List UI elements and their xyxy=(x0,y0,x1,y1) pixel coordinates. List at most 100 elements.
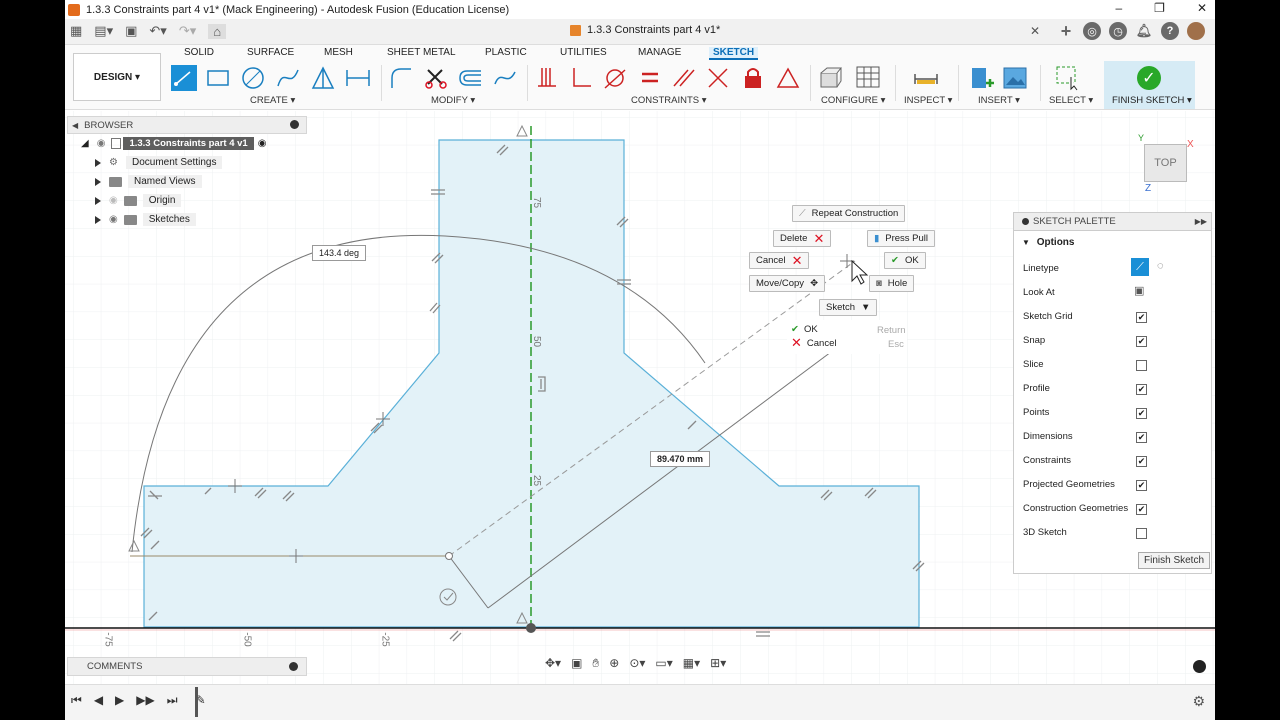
expand-triangle-icon[interactable] xyxy=(95,158,101,167)
comments-pin-icon[interactable] xyxy=(289,662,298,671)
create-group-label[interactable]: CREATE ▾ xyxy=(250,95,295,106)
palette-finish-sketch-button[interactable]: Finish Sketch xyxy=(1138,552,1211,569)
go-to-end-icon[interactable]: ⏭ xyxy=(167,693,178,708)
zoom-window-icon[interactable]: ⊙▾ xyxy=(629,656,645,676)
play-icon[interactable]: ▶ xyxy=(115,693,124,708)
save-icon[interactable]: ▣ xyxy=(125,23,137,39)
orbit-icon[interactable]: ✥▾ xyxy=(545,656,561,676)
palette-option-checkbox[interactable]: ✔ xyxy=(1136,456,1147,467)
palette-option-checkbox[interactable]: ✔ xyxy=(1136,384,1147,395)
minimize-button[interactable]: – xyxy=(1115,1,1122,15)
coincident-constraint-icon[interactable] xyxy=(535,65,561,91)
parameters-icon[interactable] xyxy=(817,65,843,91)
palette-option-checkbox[interactable] xyxy=(1136,360,1147,371)
collapse-triangle-icon[interactable]: ▼ xyxy=(1022,238,1030,247)
eye-hidden-icon[interactable]: ◉ xyxy=(109,195,118,206)
insert-image-icon[interactable] xyxy=(1002,65,1028,91)
tab-plastic[interactable]: PLASTIC xyxy=(485,47,527,58)
spline-tool-icon[interactable] xyxy=(275,65,301,91)
rectangle-tool-icon[interactable] xyxy=(205,65,231,91)
document-tab[interactable]: 1.3.3 Constraints part 4 v1* xyxy=(570,24,720,36)
parallel-constraint-icon[interactable] xyxy=(671,65,697,91)
collapse-triangle-icon[interactable]: ◀ xyxy=(72,121,78,130)
linetype-centerline-icon[interactable]: ◌ xyxy=(1157,260,1164,272)
palette-option-checkbox[interactable]: ✔ xyxy=(1136,480,1147,491)
inspect-group-label[interactable]: INSPECT ▾ xyxy=(904,95,952,106)
help-icon[interactable]: ? xyxy=(1161,22,1179,40)
tangent-constraint-icon[interactable] xyxy=(602,65,628,91)
select-group-label[interactable]: SELECT ▾ xyxy=(1049,95,1093,106)
configure-table-icon[interactable] xyxy=(855,65,881,91)
close-tab-icon[interactable]: ✕ xyxy=(1030,24,1040,38)
close-window-button[interactable]: ✕ xyxy=(1197,1,1207,15)
pan-hand-icon[interactable]: ✋︎ xyxy=(592,656,599,676)
repeat-construction-button[interactable]: ⟋ Repeat Construction xyxy=(792,205,906,222)
move-copy-button[interactable]: Move/Copy ✥ xyxy=(749,275,826,292)
browser-item-origin[interactable]: ◉ Origin xyxy=(67,191,307,210)
tab-sheet-metal[interactable]: SHEET METAL xyxy=(387,47,456,58)
origin-point[interactable] xyxy=(526,623,536,633)
length-dimension-label[interactable]: 89.470 mm xyxy=(650,451,711,467)
notifications-icon[interactable]: 🔔︎ xyxy=(1135,22,1153,40)
job-status-icon[interactable]: ◷ xyxy=(1109,22,1127,40)
look-at-icon[interactable]: ▣ xyxy=(1134,284,1144,297)
viewports-icon[interactable]: ⊞▾ xyxy=(710,656,726,676)
expand-triangle-icon[interactable] xyxy=(95,215,101,224)
avatar[interactable] xyxy=(1187,22,1205,40)
step-forward-icon[interactable]: ▶▶ xyxy=(136,693,154,708)
tab-utilities[interactable]: UTILITIES xyxy=(560,47,607,58)
palette-option-checkbox[interactable]: ✔ xyxy=(1136,336,1147,347)
step-back-icon[interactable]: ◀ xyxy=(94,693,103,708)
sketch-dropdown[interactable]: Sketch ▼ xyxy=(819,299,878,316)
fix-constraint-icon[interactable] xyxy=(705,65,731,91)
tab-surface[interactable]: SURFACE xyxy=(247,47,294,58)
timeline-marker[interactable] xyxy=(195,687,198,717)
eye-icon[interactable]: ◉ xyxy=(109,214,118,225)
configure-group-label[interactable]: CONFIGURE ▾ xyxy=(821,95,885,106)
palette-pin-icon[interactable] xyxy=(1022,218,1029,225)
palette-option-checkbox[interactable]: ✔ xyxy=(1136,312,1147,323)
browser-item-sketches[interactable]: ◉ Sketches xyxy=(67,210,307,229)
hole-button[interactable]: ◙ Hole xyxy=(869,275,915,292)
symmetry-constraint-icon[interactable] xyxy=(775,65,801,91)
perpendicular-constraint-icon[interactable] xyxy=(568,65,594,91)
fillet-tool-icon[interactable] xyxy=(388,65,414,91)
ok-button[interactable]: ✔ OK xyxy=(884,252,926,269)
triangle-tool-icon[interactable] xyxy=(310,65,336,91)
home-icon[interactable]: ⌂ xyxy=(208,23,227,39)
grid-menu-icon[interactable]: ▦ xyxy=(70,23,82,39)
tab-manage[interactable]: MANAGE xyxy=(638,47,681,58)
lock-constraint-icon[interactable] xyxy=(740,65,766,91)
context-ok-item[interactable]: ✔ OK xyxy=(791,324,818,335)
trim-scissors-icon[interactable] xyxy=(423,65,449,91)
expand-arrow-icon[interactable]: ▶▶ xyxy=(1195,217,1207,226)
finish-sketch-button[interactable]: ✓ FINISH SKETCH ▾ xyxy=(1104,61,1195,109)
browser-pin-icon[interactable] xyxy=(290,120,299,129)
expand-triangle-icon[interactable] xyxy=(95,177,101,186)
press-pull-button[interactable]: ▮ Press Pull xyxy=(867,230,935,247)
context-cancel-item[interactable]: ✕ Cancel xyxy=(791,336,836,349)
file-icon[interactable]: ▤▾ xyxy=(94,23,113,39)
tab-mesh[interactable]: MESH xyxy=(324,47,353,58)
tab-sketch[interactable]: SKETCH xyxy=(709,47,759,60)
mirror-tool-icon[interactable] xyxy=(492,65,518,91)
redo-icon[interactable]: ↷▾ xyxy=(179,23,196,39)
circle-tool-icon[interactable] xyxy=(240,65,266,91)
measure-icon[interactable] xyxy=(913,65,939,91)
offset-tool-icon[interactable] xyxy=(457,65,483,91)
palette-option-checkbox[interactable]: ✔ xyxy=(1136,504,1147,515)
browser-item-document-settings[interactable]: ⚙ Document Settings xyxy=(67,153,307,172)
timeline-settings-icon[interactable]: ⚙ xyxy=(1192,693,1205,710)
linetype-construction-icon[interactable]: ⟋ xyxy=(1131,258,1149,276)
expand-triangle-icon[interactable]: ◢ xyxy=(81,138,89,149)
options-section-header[interactable]: ▼ Options xyxy=(1022,237,1074,248)
sketch-point[interactable] xyxy=(445,552,453,560)
maximize-button[interactable]: ❐ xyxy=(1154,1,1165,15)
line-tool-icon[interactable] xyxy=(171,65,197,91)
new-tab-icon[interactable]: + xyxy=(1057,21,1075,41)
grid-settings-icon[interactable]: ▦▾ xyxy=(683,656,700,676)
palette-option-checkbox[interactable]: ✔ xyxy=(1136,408,1147,419)
constraints-group-label[interactable]: CONSTRAINTS ▾ xyxy=(631,95,707,106)
extensions-icon[interactable]: ◎ xyxy=(1083,22,1101,40)
eye-icon[interactable]: ◉ xyxy=(97,138,106,149)
